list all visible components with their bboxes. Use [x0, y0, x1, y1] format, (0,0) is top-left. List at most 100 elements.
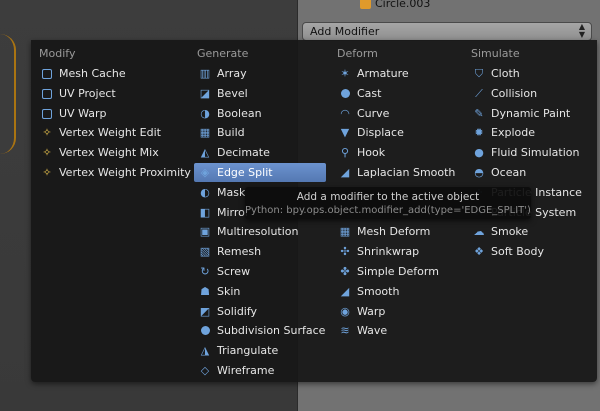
menu-item-vertex-weight-mix[interactable]: ✧ Vertex Weight Mix [36, 143, 186, 162]
menu-item-label: Curve [357, 107, 390, 120]
armature-icon: ✶ [340, 66, 350, 80]
menu-item-label: Solidify [217, 305, 258, 318]
edge-split-icon: ◈ [200, 165, 210, 179]
menu-item-soft-body[interactable]: ❖ Soft Body [468, 242, 594, 261]
object-icon [360, 0, 371, 9]
menu-item-skin[interactable]: ☗ Skin [194, 282, 326, 301]
menu-item-label: Mask [217, 186, 246, 199]
menu-item-displace[interactable]: ▼ Displace [334, 123, 460, 142]
menu-item-wave[interactable]: ≋ Wave [334, 321, 460, 340]
menu-item-simple-deform[interactable]: ✤ Simple Deform [334, 262, 460, 281]
menu-item-solidify[interactable]: ◩ Solidify [194, 302, 326, 321]
menu-item-label: Wave [357, 324, 388, 337]
menu-item-label: Displace [357, 126, 404, 139]
menu-item-label: Collision [491, 87, 538, 100]
shrinkwrap-icon: ✣ [340, 244, 350, 258]
menu-item-boolean[interactable]: ◑ Boolean [194, 104, 326, 123]
menu-item-decimate[interactable]: ◭ Decimate [194, 143, 326, 162]
menu-item-dynamic-paint[interactable]: ✎ Dynamic Paint [468, 104, 594, 123]
object-name: Circle.003 [375, 0, 431, 10]
menu-item-vertex-weight-edit[interactable]: ✧ Vertex Weight Edit [36, 123, 186, 142]
menu-item-shrinkwrap[interactable]: ✣ Shrinkwrap [334, 242, 460, 261]
menu-item-hook[interactable]: ⚲ Hook [334, 143, 460, 162]
menu-item-build[interactable]: ▦ Build [194, 123, 326, 142]
menu-item-ocean[interactable]: ◓ Ocean [468, 163, 594, 182]
menu-item-label: Remesh [217, 245, 262, 258]
column-header: Generate [197, 47, 249, 60]
menu-item-triangulate[interactable]: ◮ Triangulate [194, 341, 326, 360]
vertex-weight-icon: ✧ [42, 125, 52, 139]
menu-item-explode[interactable]: ✹ Explode [468, 123, 594, 142]
menu-item-uv-project[interactable]: UV Project [36, 84, 186, 103]
menu-item-label: Mesh Deform [357, 225, 431, 238]
menu-item-screw[interactable]: ↻ Screw [194, 262, 326, 281]
menu-item-mesh-cache[interactable]: Mesh Cache [36, 64, 186, 83]
menu-item-warp[interactable]: ◉ Warp [334, 302, 460, 321]
menu-item-label: Fluid Simulation [491, 146, 580, 159]
menu-item-cast[interactable]: Cast [334, 84, 460, 103]
menu-item-multiresolution[interactable]: ▣ Multiresolution [194, 222, 326, 241]
explode-icon: ✹ [474, 125, 484, 139]
cloth-icon: ⛉ [474, 66, 484, 80]
menu-item-smooth[interactable]: ◢ Smooth [334, 282, 460, 301]
screw-icon: ↻ [200, 264, 210, 278]
simple-deform-icon: ✤ [340, 264, 350, 278]
fluid-icon: ● [474, 145, 484, 159]
menu-item-label: Hook [357, 146, 386, 159]
mesh-deform-icon: ▦ [339, 224, 351, 238]
menu-item-label: Smooth [357, 285, 400, 298]
menu-item-cloth[interactable]: ⛉ Cloth [468, 64, 594, 83]
triangulate-icon: ◮ [200, 343, 210, 357]
menu-item-edge-split[interactable]: ◈ Edge Split [194, 163, 326, 182]
menu-item-curve[interactable]: ◠ Curve [334, 104, 460, 123]
subsurf-icon [198, 324, 212, 338]
dropdown-arrows-icon: ▲ ▼ [578, 22, 585, 39]
warp-icon: ◉ [340, 304, 350, 318]
menu-item-label: Mesh Cache [59, 67, 126, 80]
wireframe-icon: ◇ [200, 363, 210, 377]
menu-item-mesh-deform[interactable]: ▦ Mesh Deform [334, 222, 460, 241]
add-modifier-dropdown[interactable]: Add Modifier ▲ ▼ [302, 22, 592, 41]
menu-item-remesh[interactable]: ▧ Remesh [194, 242, 326, 261]
menu-item-array[interactable]: ▥ Array [194, 64, 326, 83]
menu-item-wireframe[interactable]: ◇ Wireframe [194, 361, 326, 380]
menu-item-label: Cloth [491, 67, 520, 80]
menu-item-label: Decimate [217, 146, 270, 159]
solidify-icon: ◩ [199, 304, 211, 318]
array-icon: ▥ [199, 66, 211, 80]
menu-item-vertex-weight-proximity[interactable]: ✧ Vertex Weight Proximity [36, 163, 191, 182]
tooltip-python: Python: bpy.ops.object.modifier_add(type… [245, 205, 531, 216]
menu-item-bevel[interactable]: ◪ Bevel [194, 84, 326, 103]
wave-icon: ≋ [340, 323, 350, 337]
menu-item-label: Build [217, 126, 245, 139]
soft-body-icon: ❖ [474, 244, 484, 258]
menu-item-subdivision-surface[interactable]: Subdivision Surface [194, 321, 326, 340]
smooth-icon: ◢ [340, 165, 350, 179]
menu-item-fluid-simulation[interactable]: ● Fluid Simulation [468, 143, 594, 162]
menu-item-label: Laplacian Smooth [357, 166, 456, 179]
menu-item-label: Subdivision Surface [217, 324, 326, 337]
menu-item-armature[interactable]: ✶ Armature [334, 64, 460, 83]
menu-item-label: Soft Body [491, 245, 544, 258]
cast-icon [338, 87, 352, 101]
menu-item-label: Screw [217, 265, 251, 278]
menu-item-uv-warp[interactable]: UV Warp [36, 104, 186, 123]
add-modifier-label: Add Modifier [310, 25, 380, 38]
menu-item-label: Shrinkwrap [357, 245, 420, 258]
tooltip: Add a modifier to the active object Pyth… [245, 187, 531, 219]
menu-item-label: Cast [357, 87, 382, 100]
menu-item-smoke[interactable]: ☁ Smoke [468, 222, 594, 241]
menu-item-collision[interactable]: ⟋ Collision [468, 84, 594, 103]
mirror-icon: ◧ [199, 205, 211, 219]
uv-project-icon [40, 87, 54, 101]
menu-item-label: Ocean [491, 166, 527, 179]
remesh-icon: ▧ [199, 244, 211, 258]
smooth-icon: ◢ [340, 284, 350, 298]
smoke-icon: ☁ [473, 224, 485, 238]
collision-icon: ⟋ [475, 86, 483, 100]
menu-item-label: UV Warp [59, 107, 107, 120]
curve-icon: ◠ [340, 106, 350, 120]
menu-item-label: Bevel [217, 87, 248, 100]
menu-item-label: UV Project [59, 87, 116, 100]
menu-item-laplacian-smooth[interactable]: ◢ Laplacian Smooth [334, 163, 460, 182]
